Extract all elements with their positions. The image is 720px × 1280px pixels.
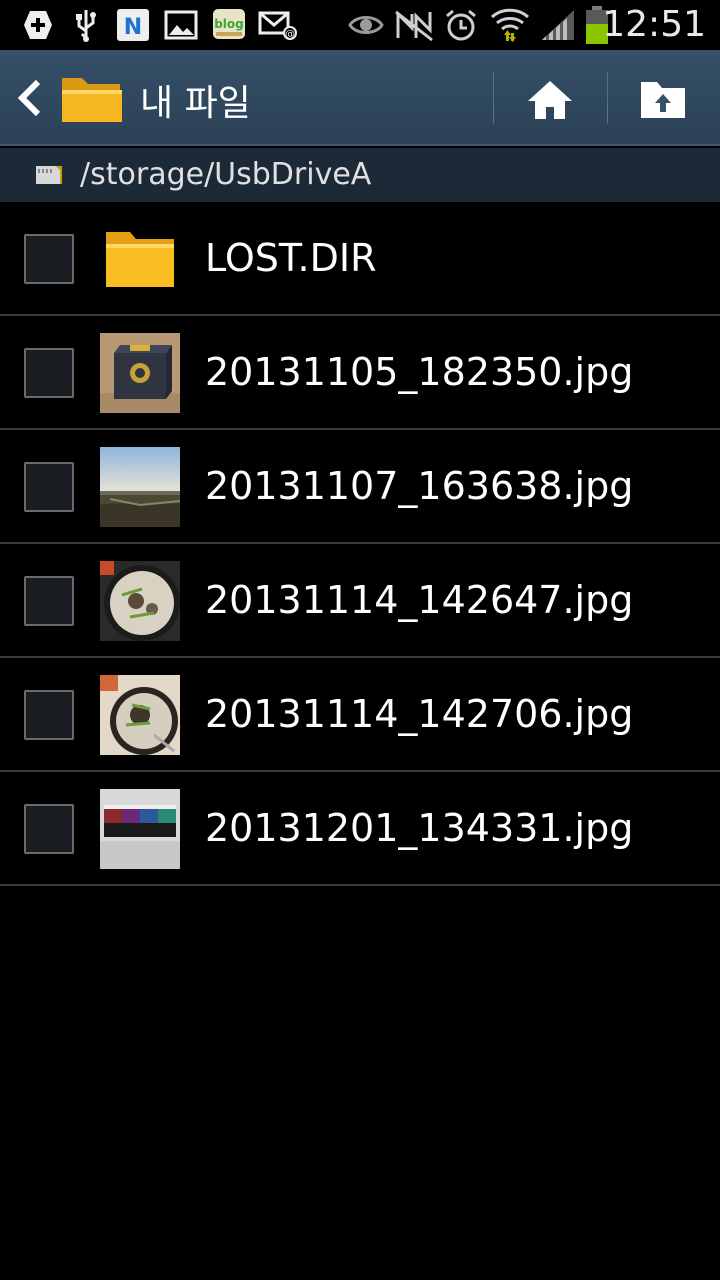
action-bar-divider <box>493 72 494 124</box>
home-button[interactable] <box>520 74 580 126</box>
image-thumbnail <box>100 333 180 413</box>
chevron-left-icon <box>17 79 41 117</box>
sd-card-icon <box>34 162 64 186</box>
file-name: 20131105_182350.jpg <box>205 350 634 394</box>
svg-text:@: @ <box>285 29 295 40</box>
file-list: LOST.DIR 20131105_182350.jpg 20131107_16… <box>0 202 720 886</box>
page-title: 내 파일 <box>140 83 251 124</box>
current-path: /storage/UsbDriveA <box>80 157 372 192</box>
list-item[interactable]: 20131201_134331.jpg <box>0 772 720 886</box>
add-icon <box>20 8 56 42</box>
folder-icon <box>60 72 124 126</box>
image-thumbnail <box>100 561 180 641</box>
select-checkbox[interactable] <box>24 348 74 398</box>
select-checkbox[interactable] <box>24 576 74 626</box>
usb-icon <box>72 8 100 42</box>
file-name: 20131201_134331.jpg <box>205 806 634 850</box>
status-bar: N blog @ 12:51 <box>0 0 720 50</box>
file-name: 20131114_142706.jpg <box>205 692 634 736</box>
file-name: 20131107_163638.jpg <box>205 464 634 508</box>
image-thumbnail <box>100 447 180 527</box>
svg-text:N: N <box>124 15 142 40</box>
list-item[interactable]: LOST.DIR <box>0 202 720 316</box>
action-bar-divider <box>607 72 608 124</box>
file-name: 20131114_142647.jpg <box>205 578 634 622</box>
gallery-icon <box>164 8 198 42</box>
eye-icon <box>348 8 384 42</box>
image-thumbnail <box>100 789 180 869</box>
signal-icon <box>540 8 576 42</box>
back-button[interactable] <box>12 78 48 118</box>
folder-icon <box>104 228 176 290</box>
mail-icon: @ <box>258 8 298 42</box>
blog-icon: blog <box>212 8 246 42</box>
file-name: LOST.DIR <box>205 236 377 280</box>
status-clock: 12:51 <box>602 4 706 45</box>
select-checkbox[interactable] <box>24 690 74 740</box>
image-thumbnail <box>100 675 180 755</box>
action-bar: 내 파일 <box>0 50 720 146</box>
list-item[interactable]: 20131105_182350.jpg <box>0 316 720 430</box>
list-item[interactable]: 20131107_163638.jpg <box>0 430 720 544</box>
list-item[interactable]: 20131114_142647.jpg <box>0 544 720 658</box>
svg-text:blog: blog <box>214 17 244 31</box>
path-bar: /storage/UsbDriveA <box>0 148 720 202</box>
folder-up-icon <box>641 82 685 118</box>
folder-up-button[interactable] <box>630 72 696 128</box>
n-app-icon: N <box>116 8 150 42</box>
nfc-mute-icon <box>394 8 434 42</box>
home-icon <box>528 81 572 119</box>
alarm-icon <box>444 8 478 42</box>
wifi-icon <box>490 8 530 42</box>
list-item[interactable]: 20131114_142706.jpg <box>0 658 720 772</box>
select-checkbox[interactable] <box>24 804 74 854</box>
select-checkbox[interactable] <box>24 462 74 512</box>
select-checkbox[interactable] <box>24 234 74 284</box>
